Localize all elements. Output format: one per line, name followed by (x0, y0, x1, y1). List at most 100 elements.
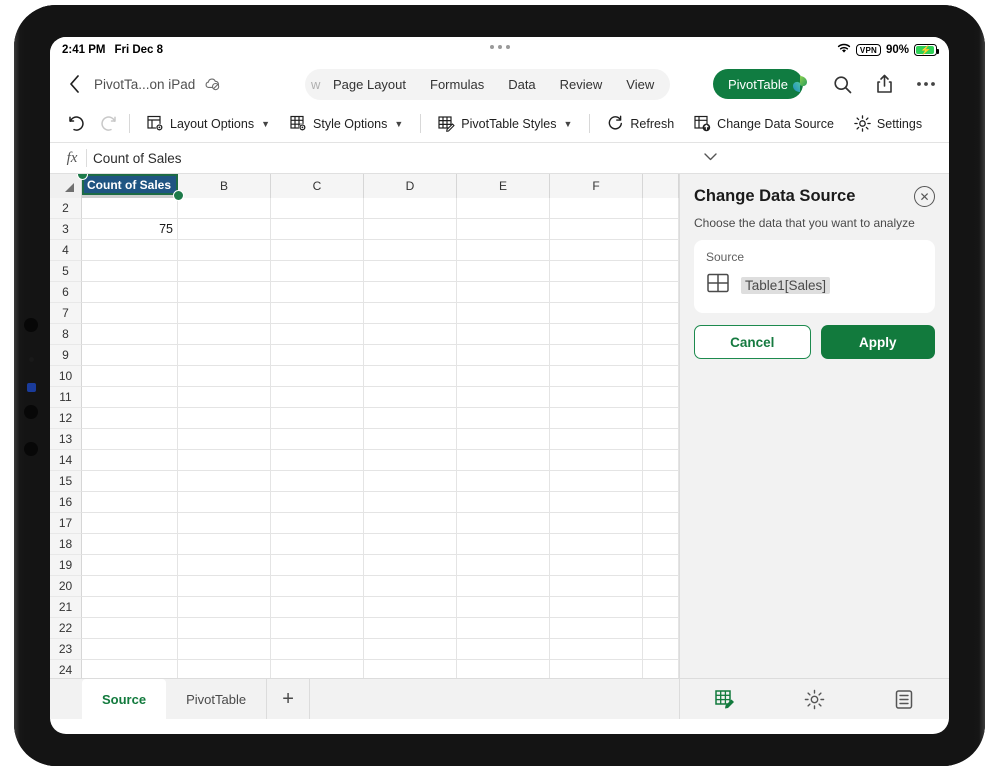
cell-b21[interactable] (178, 597, 271, 618)
cell-a2[interactable] (82, 198, 178, 219)
plus-icon[interactable]: + (266, 679, 311, 719)
cell-c23[interactable] (271, 639, 364, 660)
toolbar-layout-options[interactable]: Layout Options ▼ (137, 110, 280, 138)
cell-c11[interactable] (271, 387, 364, 408)
cell-e12[interactable] (457, 408, 550, 429)
cell-f9[interactable] (550, 345, 643, 366)
cell-f12[interactable] (550, 408, 643, 429)
cell-f24[interactable] (550, 660, 643, 678)
cell-f2[interactable] (550, 198, 643, 219)
cell-c19[interactable] (271, 555, 364, 576)
column-header-d[interactable]: D (364, 174, 457, 198)
cell-d19[interactable] (364, 555, 457, 576)
cell-b8[interactable] (178, 324, 271, 345)
cell-b10[interactable] (178, 366, 271, 387)
row-header-21[interactable]: 21 (50, 597, 82, 618)
row-header-10[interactable]: 10 (50, 366, 82, 387)
cell-b24[interactable] (178, 660, 271, 678)
cell-c24[interactable] (271, 660, 364, 678)
row-header-13[interactable]: 13 (50, 429, 82, 450)
cell-f8[interactable] (550, 324, 643, 345)
cell-e17[interactable] (457, 513, 550, 534)
cell-c2[interactable] (271, 198, 364, 219)
cell-g15[interactable] (643, 471, 679, 492)
cell-b18[interactable] (178, 534, 271, 555)
list-panel-icon[interactable] (891, 686, 917, 712)
cell-c16[interactable] (271, 492, 364, 513)
cell-e18[interactable] (457, 534, 550, 555)
cell-g10[interactable] (643, 366, 679, 387)
cell-f15[interactable] (550, 471, 643, 492)
spreadsheet-grid[interactable]: ABCDEF 237545678910111213141516171819202… (50, 174, 679, 678)
cell-f6[interactable] (550, 282, 643, 303)
power-button[interactable] (24, 442, 38, 456)
cell-f20[interactable] (550, 576, 643, 597)
cell-d21[interactable] (364, 597, 457, 618)
cell-g18[interactable] (643, 534, 679, 555)
tab-review[interactable]: Review (548, 71, 615, 98)
cell-a16[interactable] (82, 492, 178, 513)
cell-b20[interactable] (178, 576, 271, 597)
cell-e7[interactable] (457, 303, 550, 324)
sheet-tab-pivottable[interactable]: PivotTable (166, 679, 266, 719)
cell-c3[interactable] (271, 219, 364, 240)
cell-a12[interactable] (82, 408, 178, 429)
cell-b4[interactable] (178, 240, 271, 261)
row-header-11[interactable]: 11 (50, 387, 82, 408)
cell-e19[interactable] (457, 555, 550, 576)
cell-a9[interactable] (82, 345, 178, 366)
cell-a7[interactable] (82, 303, 178, 324)
row-header-22[interactable]: 22 (50, 618, 82, 639)
cell-a21[interactable] (82, 597, 178, 618)
cell-f10[interactable] (550, 366, 643, 387)
cell-a22[interactable] (82, 618, 178, 639)
row-header-4[interactable]: 4 (50, 240, 82, 261)
row-header-9[interactable]: 9 (50, 345, 82, 366)
row-header-6[interactable]: 6 (50, 282, 82, 303)
row-header-24[interactable]: 24 (50, 660, 82, 678)
cell-g7[interactable] (643, 303, 679, 324)
cell-g13[interactable] (643, 429, 679, 450)
cell-g17[interactable] (643, 513, 679, 534)
tab-clipped-previous[interactable]: w (309, 71, 321, 98)
cell-a20[interactable] (82, 576, 178, 597)
share-icon[interactable] (873, 73, 895, 95)
column-header-b[interactable]: B (178, 174, 271, 198)
cell-g24[interactable] (643, 660, 679, 678)
cell-f14[interactable] (550, 450, 643, 471)
cell-e2[interactable] (457, 198, 550, 219)
cell-d2[interactable] (364, 198, 457, 219)
chevron-down-icon[interactable] (704, 152, 717, 164)
row-header-20[interactable]: 20 (50, 576, 82, 597)
cell-a15[interactable] (82, 471, 178, 492)
cell-e23[interactable] (457, 639, 550, 660)
cell-d13[interactable] (364, 429, 457, 450)
row-header-18[interactable]: 18 (50, 534, 82, 555)
cell-c8[interactable] (271, 324, 364, 345)
column-header-c[interactable]: C (271, 174, 364, 198)
volume-down-button[interactable] (24, 405, 38, 419)
cell-c7[interactable] (271, 303, 364, 324)
cell-d5[interactable] (364, 261, 457, 282)
settings-gear-icon[interactable] (801, 686, 827, 712)
selected-cell-a2[interactable]: Count of Sales (82, 174, 178, 195)
cell-g2[interactable] (643, 198, 679, 219)
row-header-17[interactable]: 17 (50, 513, 82, 534)
cell-a11[interactable] (82, 387, 178, 408)
cell-f3[interactable] (550, 219, 643, 240)
cell-b9[interactable] (178, 345, 271, 366)
row-header-16[interactable]: 16 (50, 492, 82, 513)
cell-b19[interactable] (178, 555, 271, 576)
tab-page-layout[interactable]: Page Layout (321, 71, 418, 98)
cell-b7[interactable] (178, 303, 271, 324)
cell-g19[interactable] (643, 555, 679, 576)
cell-g16[interactable] (643, 492, 679, 513)
cell-d11[interactable] (364, 387, 457, 408)
cell-a19[interactable] (82, 555, 178, 576)
cell-c20[interactable] (271, 576, 364, 597)
cell-c18[interactable] (271, 534, 364, 555)
cell-b3[interactable] (178, 219, 271, 240)
toolbar-style-options[interactable]: Style Options ▼ (280, 110, 413, 138)
cell-c6[interactable] (271, 282, 364, 303)
cell-e22[interactable] (457, 618, 550, 639)
